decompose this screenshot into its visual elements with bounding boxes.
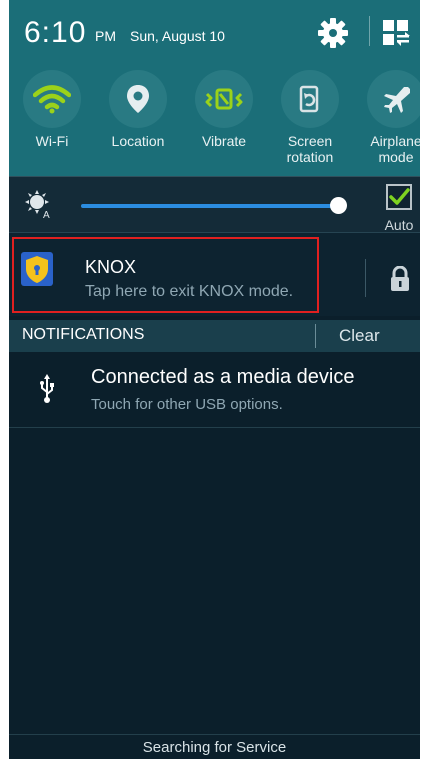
usb-notification-subtitle: Touch for other USB options. (91, 396, 283, 413)
knox-divider (365, 259, 366, 297)
gear-icon (318, 18, 348, 48)
toggle-airplane-mode-label: Airplane mode (370, 133, 420, 165)
toggle-wifi-label: Wi-Fi (35, 133, 69, 149)
knox-shield-icon (21, 252, 53, 286)
toggle-wifi[interactable]: Wi-Fi (9, 66, 95, 176)
quick-settings-row: Wi-Fi Location Vibrate Screen rotation A… (9, 66, 420, 176)
wifi-icon (33, 85, 71, 114)
knox-description: Tap here to exit KNOX mode. (85, 283, 294, 300)
toggle-screen-rotation-label: Screen rotation (286, 133, 334, 165)
usb-notification[interactable]: Connected as a media device Touch for ot… (9, 352, 420, 428)
knox-highlight-box (12, 237, 319, 313)
status-header: 6:10 PM Sun, August 10 (9, 0, 420, 66)
notification-panel: 6:10 PM Sun, August 10 Wi-Fi Location Vi… (9, 0, 420, 759)
clear-button[interactable]: Clear (339, 326, 380, 346)
checkmark-icon (389, 188, 410, 205)
edit-toggles-button[interactable] (382, 18, 410, 48)
toggle-vibrate-button (195, 70, 253, 128)
toggle-screen-rotation[interactable]: Screen rotation (267, 66, 353, 176)
knox-lock-button[interactable] (389, 265, 411, 292)
carrier-status-bar: Searching for Service (9, 734, 420, 759)
usb-icon (40, 374, 54, 403)
brightness-slider-thumb[interactable] (330, 197, 347, 214)
toggle-location[interactable]: Location (95, 66, 181, 176)
grid-edit-icon (383, 20, 410, 46)
location-pin-icon (127, 85, 149, 113)
toggle-vibrate-label: Vibrate (201, 133, 247, 149)
toggle-screen-rotation-button (281, 70, 339, 128)
usb-icon-wrapper (39, 374, 55, 404)
toggle-airplane-mode[interactable]: Airplane mode (353, 66, 420, 176)
notifications-header-divider (315, 324, 316, 348)
brightness-row: A Auto (9, 176, 420, 233)
header-divider (369, 16, 370, 46)
knox-title: KNOX (85, 257, 137, 277)
clock-ampm: PM (95, 28, 116, 44)
usb-notification-title: Connected as a media device (91, 366, 355, 388)
brightness-auto-icon: A (25, 190, 50, 221)
toggle-wifi-button (23, 70, 81, 128)
airplane-icon (384, 87, 410, 113)
carrier-status-text: Searching for Service (142, 739, 287, 756)
knox-app-icon (21, 252, 53, 286)
toggle-location-label: Location (111, 133, 165, 149)
notifications-header: NOTIFICATIONS Clear (9, 320, 420, 352)
screen-rotation-icon (299, 85, 319, 113)
notifications-title: NOTIFICATIONS (22, 326, 145, 343)
svg-text:A: A (43, 210, 50, 219)
toggle-location-button (109, 70, 167, 128)
auto-brightness-label: Auto (384, 217, 414, 233)
vibrate-icon (205, 88, 243, 110)
clock-time: 6:10 (24, 16, 87, 49)
lock-icon (391, 265, 409, 291)
brightness-slider-track[interactable] (81, 204, 338, 208)
toggle-airplane-mode-button (367, 70, 420, 128)
knox-notification[interactable]: KNOX Tap here to exit KNOX mode. (9, 232, 420, 316)
date-label: Sun, August 10 (130, 28, 225, 44)
brightness-auto-button[interactable]: A (23, 189, 53, 221)
settings-button[interactable] (316, 16, 350, 50)
toggle-vibrate[interactable]: Vibrate (181, 66, 267, 176)
auto-brightness-checkbox[interactable] (386, 184, 412, 210)
